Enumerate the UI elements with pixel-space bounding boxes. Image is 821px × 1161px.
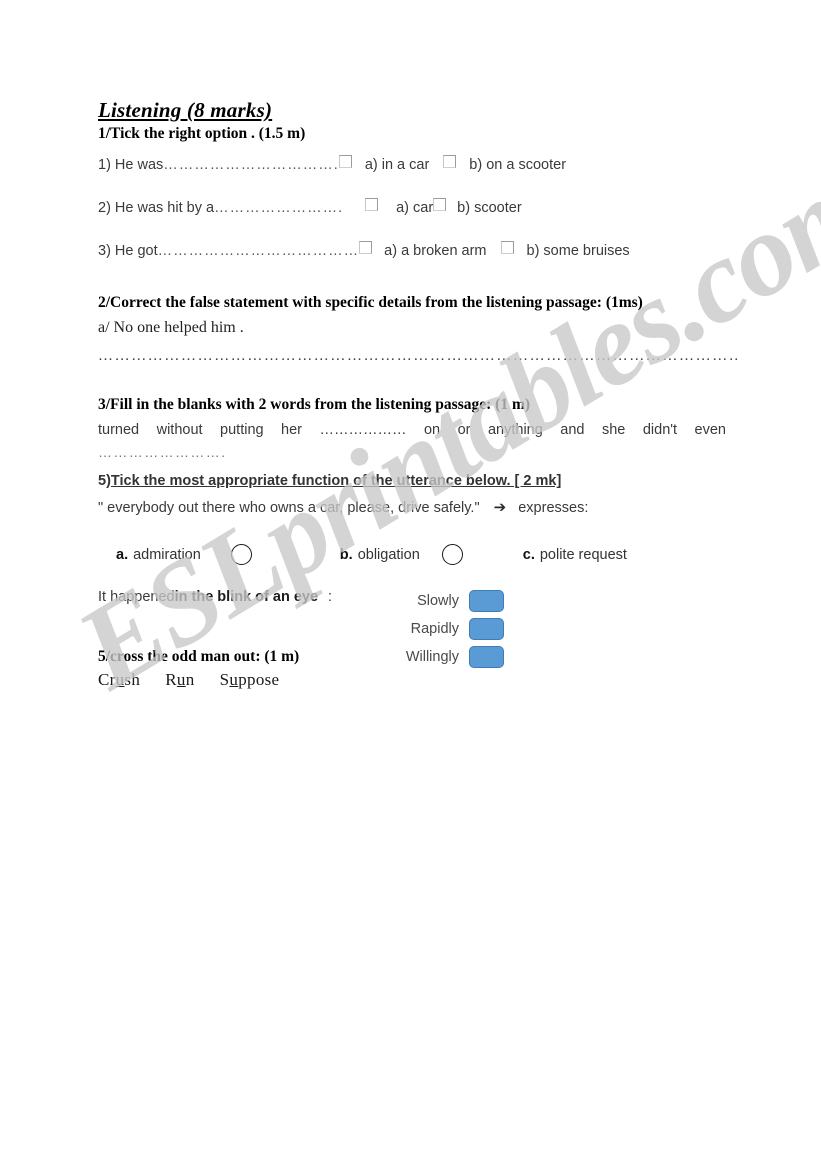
odd-word-1-post: sh bbox=[124, 670, 141, 690]
tick-item-3-option-a: a) a broken arm bbox=[384, 243, 487, 260]
tick-item-2-dots: ……………………. bbox=[214, 200, 344, 217]
section3-passage: turned without putting her ……………… on or … bbox=[98, 422, 726, 439]
checkbox-3a[interactable] bbox=[359, 241, 373, 255]
section5b-words: Crush Run Suppose bbox=[98, 670, 738, 690]
option-b-label: obligation bbox=[357, 546, 420, 563]
odd-word-1[interactable]: Crush bbox=[98, 670, 140, 689]
tick-item-3-option-b: b) some bruises bbox=[526, 243, 630, 260]
idiom-choice-row-slowly: Slowly bbox=[364, 589, 504, 612]
section2-answer-line[interactable]: …………………………………………………………………………………………………………… bbox=[98, 348, 738, 365]
idiom-block: It happened in the blink of an eye : Slo… bbox=[98, 589, 738, 668]
tick-item-3-dots: ………………………………… bbox=[157, 243, 360, 260]
tick-item-2-stem: 2) He was hit by a bbox=[98, 200, 215, 217]
function-options-row: a. admiration b. obligation c. polite re… bbox=[98, 544, 738, 566]
odd-word-3-post: ppose bbox=[238, 670, 280, 690]
checkbox-2a[interactable] bbox=[365, 198, 379, 212]
idiom-prefix: It happened bbox=[98, 589, 175, 606]
radio-option-b[interactable] bbox=[441, 544, 463, 566]
odd-word-3-mid: u bbox=[229, 670, 239, 690]
checkbox-1a[interactable] bbox=[338, 155, 352, 169]
option-c-label: polite request bbox=[539, 546, 627, 563]
odd-word-2[interactable]: Run bbox=[165, 670, 194, 689]
section5a-heading-text: Tick the most appropriate function of th… bbox=[110, 473, 562, 490]
worksheet-content: Listening (8 marks) 1/Tick the right opt… bbox=[98, 98, 738, 690]
checkbox-2b[interactable] bbox=[433, 198, 447, 212]
idiom-choice-button-slowly[interactable] bbox=[469, 589, 504, 612]
option-a-letter: a. bbox=[116, 546, 129, 563]
checkbox-3b[interactable] bbox=[500, 241, 514, 255]
option-b-letter: b. bbox=[339, 546, 353, 563]
right-arrow-icon: ➔ bbox=[493, 498, 507, 517]
page-title: Listening (8 marks) bbox=[98, 98, 273, 122]
idiom-choice-label-willingly: Willingly bbox=[405, 648, 459, 665]
tick-item-1-option-b: b) on a scooter bbox=[469, 157, 567, 174]
odd-word-2-post: n bbox=[185, 670, 195, 690]
tick-item-2-option-a: a) car bbox=[396, 200, 434, 217]
section5a-heading: 5)Tick the most appropriate function of … bbox=[98, 472, 738, 492]
tick-item-3-stem: 3) He got bbox=[98, 243, 158, 260]
idiom-colon: : bbox=[328, 589, 333, 606]
section1-heading: 1/Tick the right option . (1.5 m) bbox=[98, 125, 306, 143]
idiom-choice-label-rapidly: Rapidly bbox=[410, 620, 459, 637]
idiom-choice-button-willingly[interactable] bbox=[469, 645, 504, 668]
odd-word-3[interactable]: Suppose bbox=[220, 670, 280, 689]
idiom-choice-label-slowly: Slowly bbox=[417, 592, 459, 609]
idiom-choice-row-rapidly: Rapidly bbox=[364, 617, 504, 640]
tick-item-1-stem: 1) He was bbox=[98, 157, 164, 174]
option-c-letter: c. bbox=[522, 546, 535, 563]
worksheet-page: Listening (8 marks) 1/Tick the right opt… bbox=[0, 0, 821, 1161]
section3-heading: 3/Fill in the blanks with 2 words from t… bbox=[98, 396, 531, 414]
section5a-number: 5) bbox=[98, 473, 111, 490]
option-a-label: admiration bbox=[133, 546, 201, 563]
tick-item-2: 2) He was hit by a ……………………. a) car b) s… bbox=[98, 198, 738, 217]
section5a-utterance: " everybody out there who owns a car, pl… bbox=[98, 500, 480, 517]
tick-item-1-option-a: a) in a car bbox=[364, 157, 430, 174]
section2-statement: a/ No one helped him . bbox=[98, 319, 244, 337]
tick-item-2-option-b: b) scooter bbox=[457, 200, 522, 217]
odd-word-1-pre: Cr bbox=[98, 670, 116, 690]
idiom-phrase: in the blink of an eye bbox=[174, 589, 319, 606]
odd-word-3-pre: S bbox=[219, 670, 230, 690]
tick-item-1-dots: ……………………………. bbox=[163, 157, 339, 174]
idiom-choice-column: Slowly Rapidly Willingly bbox=[364, 589, 504, 668]
section2-heading: 2/Correct the false statement with speci… bbox=[98, 294, 643, 312]
tick-item-1: 1) He was ……………………………. a) in a car b) on… bbox=[98, 155, 738, 174]
odd-word-2-pre: R bbox=[165, 670, 177, 690]
section3-answer-line[interactable]: ……………………. bbox=[98, 444, 738, 460]
idiom-choice-row-willingly: Willingly bbox=[364, 645, 504, 668]
section5a-utterance-row: " everybody out there who owns a car, pl… bbox=[98, 497, 738, 518]
idiom-choice-button-rapidly[interactable] bbox=[469, 617, 504, 640]
checkbox-1b[interactable] bbox=[443, 155, 457, 169]
tick-item-3: 3) He got ………………………………… a) a broken arm … bbox=[98, 241, 738, 260]
radio-option-a[interactable] bbox=[230, 544, 252, 566]
section5a-expresses-label: expresses: bbox=[518, 500, 589, 517]
odd-word-2-mid: u bbox=[176, 670, 186, 690]
